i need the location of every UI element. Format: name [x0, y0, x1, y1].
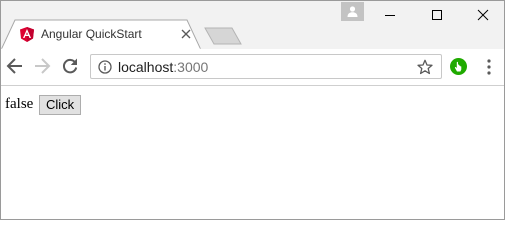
close-window-button[interactable]	[460, 1, 504, 29]
url-port: :3000	[173, 59, 209, 75]
info-icon[interactable]	[98, 60, 112, 74]
profile-icon	[347, 6, 358, 17]
star-icon[interactable]	[417, 59, 433, 75]
browser-window: Angular QuickStart localhost:3000 false …	[0, 0, 505, 220]
tab-title: Angular QuickStart	[41, 27, 142, 41]
maximize-button[interactable]	[414, 1, 460, 29]
url-host: localhost	[118, 59, 174, 75]
new-tab-button[interactable]	[204, 27, 242, 45]
address-bar[interactable]: localhost:3000	[90, 54, 442, 79]
reload-icon[interactable]	[61, 57, 79, 75]
close-icon	[477, 9, 489, 21]
minimize-icon	[385, 15, 395, 16]
browser-toolbar: localhost:3000	[1, 49, 504, 86]
maximize-icon	[432, 10, 442, 20]
minimize-button[interactable]	[367, 1, 413, 29]
menu-icon[interactable]	[486, 59, 492, 75]
value-text: false	[5, 96, 34, 112]
click-button[interactable]: Click	[39, 95, 82, 115]
page-content: false Click	[1, 86, 504, 219]
tab-strip: Angular QuickStart	[1, 1, 504, 50]
tab-active[interactable]: Angular QuickStart	[1, 19, 201, 50]
forward-arrow-icon[interactable]	[33, 57, 51, 75]
url-text[interactable]: localhost:3000	[118, 59, 208, 75]
tab-close-icon[interactable]	[181, 29, 191, 39]
back-arrow-icon[interactable]	[6, 57, 24, 75]
angular-icon	[20, 27, 34, 42]
extension-icon[interactable]	[450, 58, 467, 75]
profile-button[interactable]	[341, 2, 364, 21]
